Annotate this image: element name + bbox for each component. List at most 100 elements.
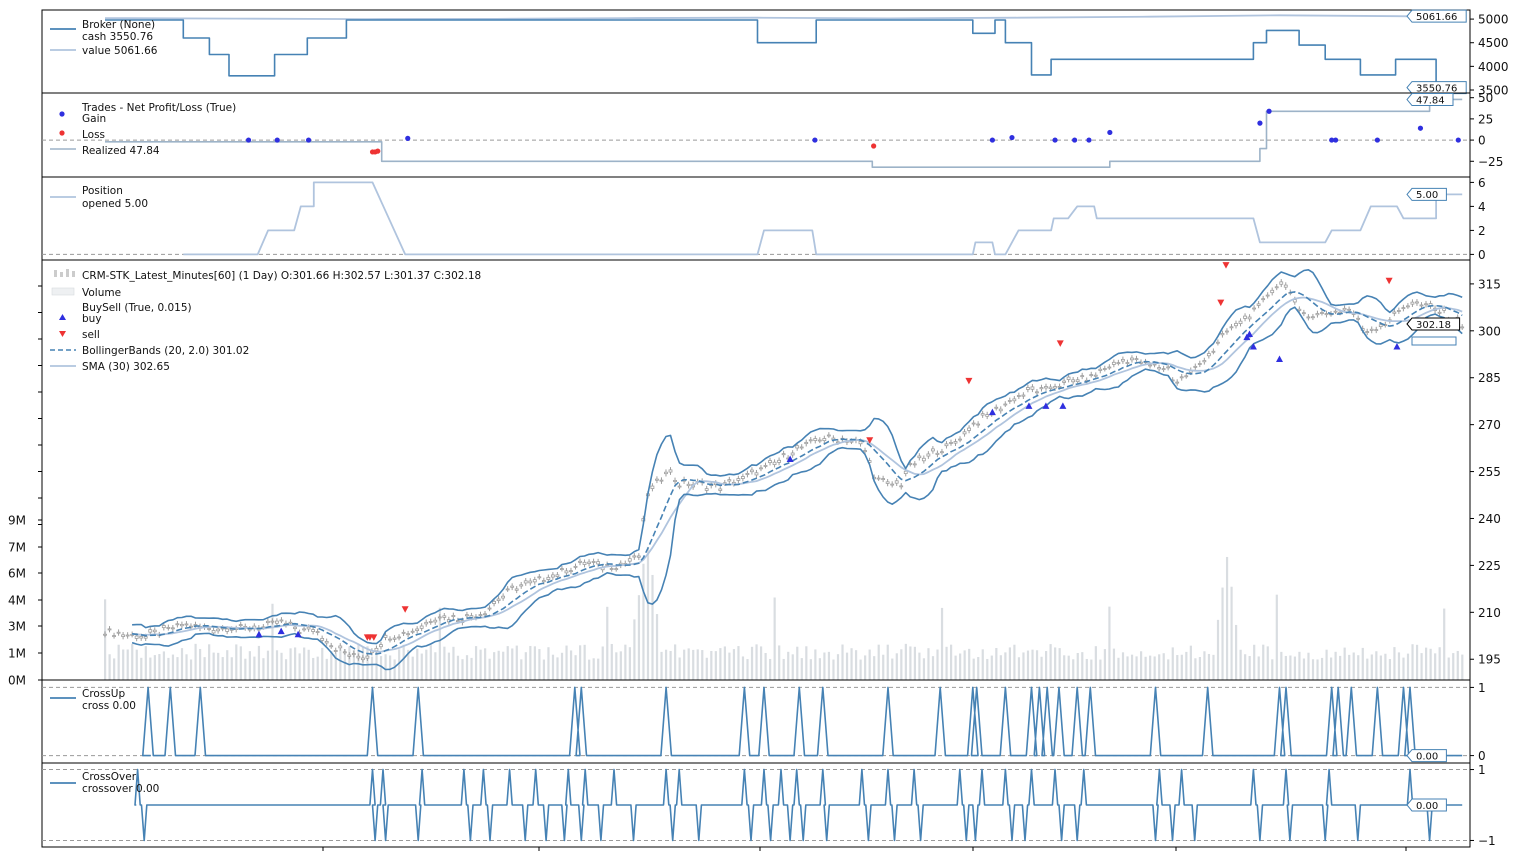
- candle-body: [1012, 398, 1017, 402]
- candle-body: [103, 633, 107, 636]
- candle-body: [1030, 386, 1035, 390]
- trades-y-tick-label: 25: [1478, 112, 1493, 126]
- candle-body: [808, 439, 813, 442]
- candle-body: [379, 644, 383, 648]
- volume-bar: [1402, 657, 1405, 680]
- volume-bar: [1393, 647, 1396, 680]
- gain-trade-point: [305, 137, 312, 143]
- volume-bar: [171, 654, 175, 680]
- volume-bar: [1117, 657, 1120, 680]
- candle-body: [302, 628, 306, 631]
- volume-bar: [1090, 659, 1093, 680]
- volume-bar: [1425, 647, 1428, 680]
- volume-bar: [927, 648, 930, 680]
- volume-bar: [515, 645, 518, 680]
- volume-bar: [1262, 644, 1265, 680]
- volume-bar: [981, 649, 984, 680]
- volume-bar: [239, 646, 242, 680]
- candle-body: [1007, 400, 1012, 402]
- volume-bar: [701, 650, 704, 680]
- volume-bar: [737, 646, 740, 680]
- candle-body: [668, 469, 673, 473]
- volume-bar: [1415, 644, 1419, 680]
- volume-bar: [986, 658, 989, 680]
- volume-bar: [845, 652, 849, 680]
- volume-bar: [506, 646, 509, 680]
- candle-body: [1410, 301, 1415, 305]
- trades-y-tick-label: −25: [1478, 155, 1503, 169]
- position-line: [183, 181, 1463, 256]
- volume-bar: [1429, 648, 1432, 680]
- candle-body: [777, 459, 781, 463]
- sma-line: [132, 296, 1463, 653]
- candle-body: [949, 442, 953, 444]
- candle-body: [1415, 301, 1419, 304]
- trades-realized-line: [105, 98, 1463, 168]
- volume-bar: [1361, 647, 1364, 680]
- volume-bar: [728, 652, 731, 680]
- volume-bar: [710, 650, 713, 680]
- volume-bar: [569, 650, 573, 680]
- candle-body: [1442, 308, 1447, 311]
- volume-bar: [104, 599, 107, 680]
- candle-body: [1152, 363, 1157, 366]
- volume-bar: [524, 652, 527, 680]
- volume-bar: [818, 658, 821, 680]
- chart-panels: 50004500400035005061.663550.7650250−2547…: [8, 9, 1509, 851]
- candle-body: [415, 628, 420, 632]
- candle-body: [1148, 364, 1152, 367]
- volume-bar: [583, 644, 586, 680]
- gain-trade-point: [989, 137, 996, 143]
- buy-marker: [1059, 402, 1067, 409]
- candle-body: [523, 580, 528, 584]
- candle-body: [320, 638, 325, 641]
- candle-body: [1193, 365, 1198, 368]
- volume-bar: [1225, 556, 1229, 680]
- volume-bar: [1085, 658, 1088, 680]
- volume-bar: [1112, 648, 1116, 680]
- volume-bar: [674, 644, 677, 680]
- volume-bar: [140, 657, 143, 680]
- volume-bar: [370, 656, 374, 680]
- volume-bar: [1203, 651, 1206, 680]
- volume-bar: [1434, 653, 1437, 680]
- volume-bar: [913, 646, 916, 680]
- candle-body: [673, 480, 677, 482]
- volume-bar: [719, 648, 722, 680]
- candle-body: [958, 438, 962, 441]
- volume-bar: [1343, 647, 1346, 680]
- candle-body: [184, 623, 189, 626]
- volume-bar: [778, 645, 781, 680]
- volume-bar: [429, 645, 432, 680]
- volume-bar: [1307, 652, 1310, 680]
- candle-body: [921, 457, 926, 462]
- volume-bar: [759, 646, 763, 680]
- candle-body: [1238, 320, 1243, 324]
- candle-body: [759, 467, 763, 470]
- volume-bar: [1339, 655, 1342, 680]
- volume-bar: [1198, 657, 1202, 680]
- candle-body: [1365, 331, 1370, 334]
- candle-body: [962, 431, 967, 435]
- volume-bar: [1366, 658, 1369, 680]
- candle-body: [225, 628, 230, 632]
- volume-bar: [850, 648, 853, 680]
- candle-body: [455, 620, 460, 623]
- crossup-legend-title: CrossUp: [82, 688, 125, 700]
- candle-body: [1098, 368, 1103, 371]
- volume-bar: [149, 657, 152, 680]
- candle-body: [275, 620, 279, 624]
- volume-bar: [945, 646, 948, 680]
- candle-body: [428, 621, 433, 623]
- volume-bar: [384, 654, 387, 680]
- volume-bar: [443, 646, 446, 680]
- broker-legend: Broker (None) cash 3550.76 value 5061.66: [50, 19, 158, 57]
- volume-bar: [660, 651, 663, 680]
- volume-bar: [1017, 657, 1021, 680]
- volume-bar: [1420, 653, 1423, 680]
- volume-bar: [601, 646, 604, 680]
- candle-body: [139, 636, 144, 639]
- volume-bar: [1271, 659, 1274, 680]
- candle-body: [627, 558, 632, 562]
- candle-body: [1342, 307, 1347, 311]
